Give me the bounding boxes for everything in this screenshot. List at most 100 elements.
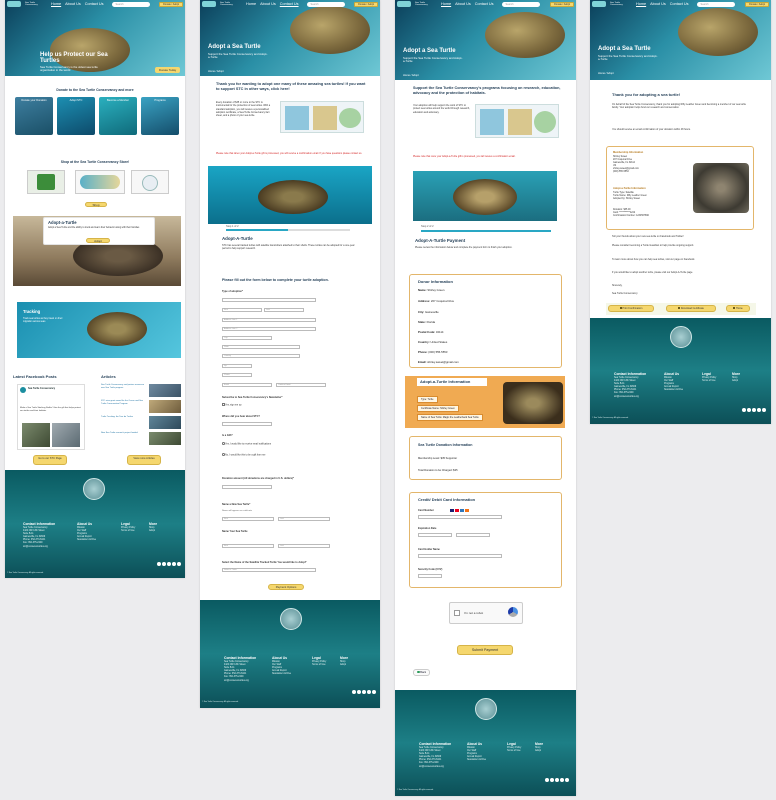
amount-select[interactable]	[222, 485, 272, 489]
address1-field[interactable]: Address Line 1	[222, 318, 316, 322]
article-item[interactable]: New Sea Turtle research project funded	[101, 432, 181, 448]
breadcrumb[interactable]: Home / Adopt	[598, 72, 614, 75]
nav-contact[interactable]: Contact Us	[280, 2, 299, 6]
nav-home[interactable]: Home	[246, 2, 256, 6]
search-input[interactable]: Search	[501, 1, 540, 7]
email-icon[interactable]	[372, 690, 376, 694]
breadcrumb[interactable]: Home / Adopt	[208, 70, 224, 73]
tracked-turtle-select[interactable]: Select a Turtle	[222, 568, 316, 572]
shop-item-mug[interactable]	[131, 170, 169, 194]
phone-field[interactable]: Phone	[222, 373, 252, 377]
payment-options-button[interactable]: Payment Options	[268, 584, 304, 590]
instagram-icon[interactable]	[362, 690, 366, 694]
back-button[interactable]: Back	[413, 669, 431, 676]
shop-item-towel[interactable]	[75, 170, 125, 194]
last-name-field[interactable]: Last	[264, 308, 304, 312]
turtle-last-name-field[interactable]: Last	[278, 517, 330, 521]
nav-home[interactable]: Home	[636, 2, 646, 6]
search-input[interactable]: Search	[306, 1, 345, 7]
donate-button[interactable]: Donate / Adopt	[745, 1, 769, 7]
facebook-icon[interactable]	[742, 408, 746, 412]
facebook-page-name[interactable]: Sea Turtle Conservancy	[28, 387, 55, 390]
article-item[interactable]: Sea Turtle Conservancy and partner annou…	[101, 384, 181, 400]
thank-heading: Thank you for wanting to adopt one many …	[216, 82, 366, 91]
article-item[interactable]: Turtle Tracking: the Tour de Turtles	[101, 416, 181, 432]
turtle-first-name-field[interactable]: First	[222, 517, 274, 521]
logo-icon[interactable]	[202, 1, 216, 7]
expiration-month[interactable]	[418, 533, 452, 537]
first-name-field[interactable]: First	[222, 308, 262, 312]
twitter-icon[interactable]	[162, 562, 166, 566]
country-select[interactable]: Country	[222, 354, 300, 358]
youtube-icon[interactable]	[560, 778, 564, 782]
logo-icon[interactable]	[592, 1, 606, 7]
expiration-year[interactable]	[456, 533, 490, 537]
instagram-icon[interactable]	[752, 408, 756, 412]
facebook-page-button[interactable]: Go to our STC Page	[33, 455, 67, 465]
nav-contact[interactable]: Contact Us	[85, 2, 104, 6]
gift-radio-yes[interactable]: Yes, I would like to receive email notif…	[222, 442, 362, 446]
download-certificate-button[interactable]: Download Certificate	[666, 305, 716, 312]
facebook-icon[interactable]	[352, 690, 356, 694]
adopt-button[interactable]: Adopt	[86, 238, 110, 243]
logo-icon[interactable]	[7, 1, 21, 7]
donate-button[interactable]: Donate / Adopt	[159, 1, 183, 7]
zip-field[interactable]: Zip	[222, 364, 252, 368]
tile-membership[interactable]: Become a Member	[99, 97, 137, 135]
city-field[interactable]: City	[222, 336, 272, 340]
instagram-icon[interactable]	[555, 778, 559, 782]
adopter-last-field[interactable]: Last	[278, 544, 330, 548]
adopter-first-field[interactable]: First	[222, 544, 274, 548]
shop-item-tshirt[interactable]	[27, 170, 65, 194]
email-icon[interactable]	[762, 408, 766, 412]
donate-button[interactable]: Donate / Adopt	[550, 1, 574, 7]
instagram-icon[interactable]	[167, 562, 171, 566]
tile-programs[interactable]: Programs	[141, 97, 179, 135]
footer-about: About Us Mission Our Staff Programs Annual …	[664, 372, 684, 392]
search-input[interactable]: Search	[696, 1, 735, 7]
tile-donation[interactable]: Donate your Donation	[15, 97, 53, 135]
logo-icon[interactable]	[397, 1, 411, 7]
nav-about[interactable]: About Us	[650, 2, 666, 6]
card-number-input[interactable]	[418, 515, 502, 519]
youtube-icon[interactable]	[172, 562, 176, 566]
hero-donate-button[interactable]: Donate Today	[155, 67, 181, 73]
nav-home[interactable]: Home	[441, 2, 451, 6]
twitter-icon[interactable]	[747, 408, 751, 412]
email-field[interactable]: Email	[222, 383, 272, 387]
facebook-icon[interactable]	[157, 562, 161, 566]
twitter-icon[interactable]	[550, 778, 554, 782]
card-holder-input[interactable]	[418, 554, 502, 558]
youtube-icon[interactable]	[367, 690, 371, 694]
nav-about[interactable]: About Us	[260, 2, 276, 6]
state-select[interactable]: State	[222, 345, 300, 349]
email-icon[interactable]	[177, 562, 181, 566]
donate-button[interactable]: Donate / Adopt	[354, 1, 378, 7]
home-button[interactable]: Home	[726, 305, 750, 312]
tile-adopt[interactable]: Adopt STC	[57, 97, 95, 135]
gift-radio-no[interactable]: No, I would like this to be a gift from …	[222, 453, 362, 457]
youtube-icon[interactable]	[757, 408, 761, 412]
twitter-icon[interactable]	[357, 690, 361, 694]
nav-contact[interactable]: Contact Us	[670, 2, 689, 6]
type-select[interactable]	[222, 298, 316, 302]
subscribe-checkbox[interactable]: Yes, sign me up	[222, 403, 241, 407]
breadcrumb[interactable]: Home / Adopt	[403, 74, 419, 77]
search-input[interactable]: Search	[111, 1, 150, 7]
nav-contact[interactable]: Contact Us	[475, 2, 494, 6]
submit-payment-button[interactable]: Submit Payment	[457, 645, 513, 655]
hear-select[interactable]	[222, 422, 272, 426]
view-articles-button[interactable]: View more Articles	[127, 455, 161, 465]
shop-button[interactable]: Shop	[85, 202, 107, 207]
confirm-email-field[interactable]: Confirm Email	[276, 383, 326, 387]
facebook-icon[interactable]	[545, 778, 549, 782]
nav-about[interactable]: About Us	[455, 2, 471, 6]
nav-about[interactable]: About Us	[65, 2, 81, 6]
nav-home[interactable]: Home	[51, 2, 61, 6]
recaptcha-checkbox[interactable]	[454, 610, 460, 616]
email-icon[interactable]	[565, 778, 569, 782]
cvv-input[interactable]	[418, 574, 442, 578]
article-item[interactable]: STC wins grant award for the Ocean and S…	[101, 400, 181, 416]
print-confirmation-button[interactable]: Print Confirmation	[608, 305, 654, 312]
address2-field[interactable]: Address Line 2	[222, 327, 316, 331]
